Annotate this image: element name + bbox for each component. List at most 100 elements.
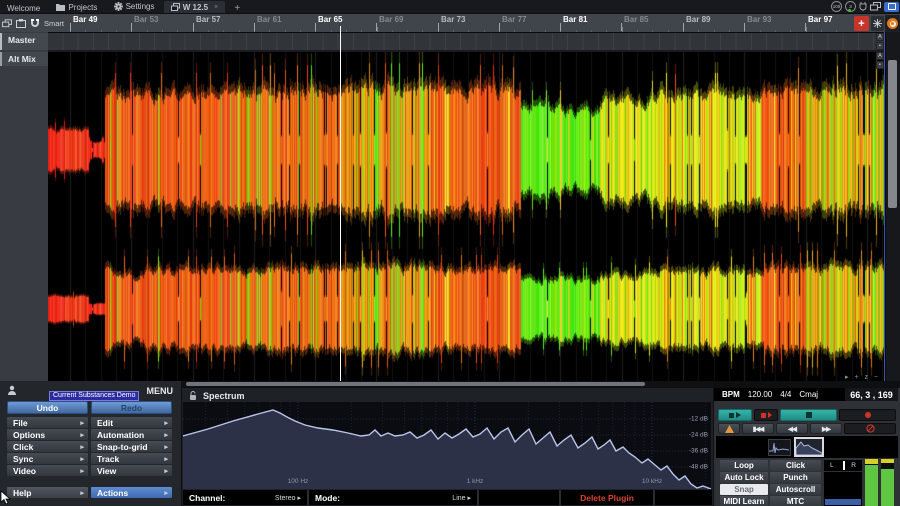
menu-item-video[interactable]: Video ▸ — [7, 465, 88, 476]
ruler-bar-tick — [560, 23, 561, 31]
channel-selector[interactable]: Channel: Stereo ▸ — [183, 490, 307, 505]
rewind-button[interactable]: ◀◀ — [776, 423, 808, 434]
menu-item-edit[interactable]: Edit ▸ — [91, 417, 172, 428]
ruler-bar-labels: Bar 49 Bar 53 Bar 57 Bar 61 Bar 65 Bar 69 Bar … — [0, 14, 852, 33]
ruler-options-button[interactable] — [870, 16, 884, 31]
add-track-button[interactable]: + — [854, 16, 869, 31]
master-automation-button[interactable]: A — [876, 33, 884, 41]
undo-button[interactable]: Undo — [7, 401, 88, 414]
submenu-arrow-icon: ▸ — [80, 455, 84, 463]
menu-item-click[interactable]: Click ▸ — [7, 441, 88, 452]
windows-icon[interactable] — [870, 2, 881, 11]
vertical-scrollbar[interactable] — [886, 32, 900, 381]
delete-plugin-button[interactable]: Delete Plugin — [561, 490, 653, 505]
menu-item-track[interactable]: Track ▸ — [91, 453, 172, 464]
time-signature[interactable]: 4/4 — [780, 390, 791, 399]
horizontal-scrollbar-thumb[interactable] — [186, 382, 645, 386]
toggle-auto-lock[interactable]: Auto Lock — [720, 472, 768, 483]
abort-button[interactable] — [844, 423, 896, 434]
bpm-value[interactable]: 120.00 — [748, 390, 772, 399]
settings-menu[interactable]: Settings — [107, 0, 162, 13]
fast-forward-button[interactable]: ▶▶ — [810, 423, 842, 434]
horizontal-scrollbar[interactable] — [182, 381, 713, 387]
master-options-button[interactable]: ▪ — [876, 42, 884, 50]
toggle-loop[interactable]: Loop — [720, 460, 768, 471]
warning-button[interactable] — [718, 423, 740, 434]
go-to-start-button[interactable]: ▮◀◀ — [742, 423, 774, 434]
toggle-mtc[interactable]: MTC — [770, 496, 821, 506]
menu-item-help[interactable]: Help ▸ — [7, 487, 88, 498]
toggle-midi-learn[interactable]: MIDI Learn — [720, 496, 768, 506]
screen-mode-button[interactable] — [884, 1, 899, 12]
position-display[interactable]: 66, 3 , 169 — [845, 388, 898, 401]
projects-menu[interactable]: Projects — [49, 1, 104, 14]
unlock-icon[interactable] — [189, 390, 197, 401]
altmix-automation-button[interactable]: A — [876, 52, 884, 60]
master-fader-handle[interactable] — [825, 499, 861, 505]
balance-center-mark — [843, 461, 845, 470]
key-signature[interactable]: Cmaj — [799, 390, 818, 399]
ruler-bar-label: Bar 73 — [441, 15, 466, 24]
clip-right-edge — [884, 32, 885, 381]
record-play-button[interactable] — [754, 409, 778, 421]
cpu-meter-badge[interactable]: 100 — [831, 1, 842, 12]
ruler-bar-tick — [805, 23, 806, 31]
track-header-altmix[interactable]: Alt Mix — [0, 52, 48, 66]
meter-level-green — [881, 469, 894, 506]
frequency-tick-label: 1 kHz — [466, 478, 484, 485]
frequency-tick-label: 10 kHz — [641, 478, 663, 485]
audio-clip-waveform[interactable] — [48, 52, 884, 381]
toggle-autoscroll[interactable]: Autoscroll — [770, 484, 821, 495]
frequency-tick-label: 100 Hz — [287, 478, 309, 485]
toggle-snap[interactable]: Snap — [720, 484, 768, 495]
master-track-lane[interactable] — [48, 33, 884, 50]
status-green-dot — [848, 9, 851, 12]
menu-item-file[interactable]: File ▸ — [7, 417, 88, 428]
menu-item-sync[interactable]: Sync ▸ — [7, 453, 88, 464]
plugin-thumbnail-spectrum[interactable] — [794, 437, 824, 457]
menu-item-options[interactable]: Options ▸ — [7, 429, 88, 440]
master-fader[interactable] — [824, 472, 862, 506]
playhead-cursor[interactable] — [340, 26, 341, 381]
record-button[interactable] — [839, 409, 896, 421]
toggle-punch[interactable]: Punch — [770, 472, 821, 483]
menu-item-view[interactable]: View ▸ — [91, 465, 172, 476]
stop-button[interactable] — [780, 409, 837, 421]
submenu-arrow-icon: ▸ — [80, 443, 84, 451]
folder-icon — [56, 4, 66, 11]
channel-label: Channel: — [189, 492, 226, 503]
plugin-thumbnail-meter[interactable] — [768, 439, 791, 456]
plug-icon[interactable] — [859, 2, 867, 11]
altmix-track-lane[interactable]: Current Substances Demo — [48, 52, 884, 401]
spectrum-header[interactable]: Spectrum — [182, 389, 713, 402]
menu-item-actions[interactable]: Actions ▸ — [91, 487, 172, 498]
play-button[interactable] — [718, 409, 752, 421]
mode-selector[interactable]: Mode: Line ▸ — [309, 490, 477, 505]
menu-item-automation[interactable]: Automation ▸ — [91, 429, 172, 440]
timeline-ruler[interactable]: Smart Bar 49 Bar 53 Bar 57 Bar 61 Bar 65 Bar … — [0, 13, 900, 33]
user-icon[interactable] — [7, 385, 17, 395]
dropdown-arrow-icon: ▸ — [297, 494, 301, 502]
menu-item-snap-to-grid[interactable]: Snap-to-grid ▸ — [91, 441, 172, 452]
submenu-arrow-icon: ▸ — [80, 419, 84, 427]
edit-tab[interactable]: W 12.5 × — [163, 0, 226, 14]
submenu-arrow-icon: ▸ — [80, 431, 84, 439]
toggle-click[interactable]: Click — [770, 460, 821, 471]
skip-to-start-icon: ▮◀◀ — [752, 425, 765, 433]
ruler-bar-tick — [683, 23, 684, 31]
altmix-options-button[interactable]: ▪ — [876, 61, 884, 69]
mode-value[interactable]: Line ▸ — [452, 494, 471, 502]
rewind-icon: ◀◀ — [788, 425, 797, 433]
record-play-icon — [767, 412, 772, 418]
zoom-controls[interactable]: ▸ + z − — [845, 373, 880, 381]
clip-name-badge[interactable]: Current Substances Demo — [49, 391, 140, 401]
tab-close-icon[interactable]: × — [214, 1, 218, 14]
ruler-bar-label: Bar 57 — [196, 15, 221, 24]
record-logo-button[interactable] — [885, 15, 900, 32]
vertical-scrollbar-thumb[interactable] — [888, 60, 897, 208]
submenu-arrow-icon: ▸ — [164, 443, 168, 451]
track-header-master[interactable]: Master — [0, 33, 48, 50]
channel-value[interactable]: Stereo ▸ — [275, 494, 301, 502]
dropdown-arrow-icon: ▸ — [467, 494, 471, 502]
redo-button[interactable]: Redo — [91, 401, 172, 414]
